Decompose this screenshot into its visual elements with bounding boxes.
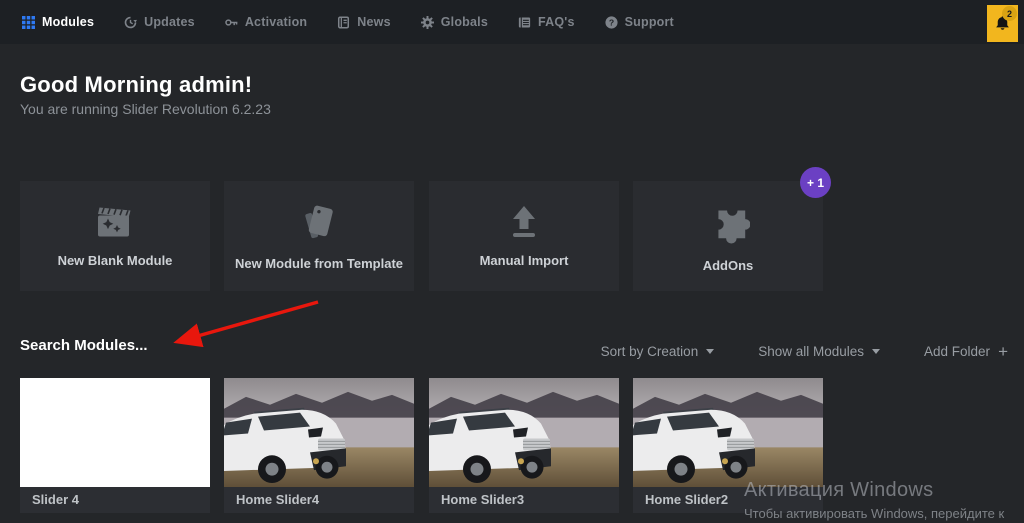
module-thumbnail-blank (20, 378, 210, 487)
updates-icon (124, 16, 137, 29)
library-controls: Sort by Creation Show all Modules Add Fo… (601, 343, 1008, 360)
sort-by-dropdown[interactable]: Sort by Creation (601, 344, 715, 359)
show-modules-dropdown[interactable]: Show all Modules (758, 344, 880, 359)
key-icon (225, 16, 238, 29)
plus-icon: + (998, 343, 1008, 360)
new-blank-module-card[interactable]: New Blank Module (20, 181, 210, 291)
addons-count-badge[interactable]: + 1 (800, 167, 831, 198)
template-cards-icon (299, 202, 339, 242)
nav-item-faqs[interactable]: FAQ's (518, 15, 575, 29)
add-folder-button[interactable]: Add Folder + (924, 343, 1008, 360)
news-icon (337, 16, 350, 29)
module-thumbnail-car (633, 378, 823, 487)
clapperboard-icon (95, 205, 135, 239)
notifications-button[interactable]: 2 (987, 5, 1018, 42)
notification-count-badge: 2 (1002, 6, 1017, 21)
nav-label-support: Support (625, 15, 674, 29)
module-card-slider4[interactable]: Slider 4 (20, 378, 210, 513)
chevron-down-icon (706, 349, 714, 354)
nav-label-activation: Activation (245, 15, 307, 29)
new-module-from-template-card[interactable]: New Module from Template (224, 181, 414, 291)
action-card-label: AddOns (703, 258, 754, 273)
faq-icon (518, 16, 531, 29)
addons-card[interactable]: AddOns (633, 181, 823, 291)
manual-import-card[interactable]: Manual Import (429, 181, 619, 291)
support-icon: ? (605, 16, 618, 29)
module-name: Home Slider3 (429, 487, 619, 513)
nav-item-news[interactable]: News (337, 15, 390, 29)
search-modules-input[interactable] (20, 332, 250, 358)
gear-icon (421, 16, 434, 29)
nav-label-updates: Updates (144, 15, 195, 29)
nav-item-modules[interactable]: Modules (22, 15, 94, 29)
add-folder-label: Add Folder (924, 344, 990, 359)
puzzle-icon (706, 200, 750, 244)
module-card-home-slider3[interactable]: Home Slider3 (429, 378, 619, 513)
upload-icon (506, 205, 542, 239)
module-name: Home Slider4 (224, 487, 414, 513)
module-card-home-slider2[interactable]: Home Slider2 (633, 378, 823, 513)
nav-label-globals: Globals (441, 15, 488, 29)
action-card-label: New Blank Module (58, 253, 173, 268)
module-thumbnail-car (224, 378, 414, 487)
nav-item-activation[interactable]: Activation (225, 15, 307, 29)
module-name: Home Slider2 (633, 487, 823, 513)
show-modules-label: Show all Modules (758, 344, 864, 359)
module-card-home-slider4[interactable]: Home Slider4 (224, 378, 414, 513)
nav-item-updates[interactable]: Updates (124, 15, 195, 29)
nav-item-support[interactable]: ? Support (605, 15, 674, 29)
nav-label-modules: Modules (42, 15, 94, 29)
svg-text:?: ? (608, 17, 613, 27)
nav-label-news: News (357, 15, 390, 29)
chevron-down-icon (872, 349, 880, 354)
main-nav: Modules Updates Activation News (22, 15, 674, 29)
grid-icon (22, 16, 35, 29)
page-title: Good Morning admin! (20, 72, 252, 98)
nav-item-globals[interactable]: Globals (421, 15, 488, 29)
nav-label-faqs: FAQ's (538, 15, 575, 29)
action-card-label: New Module from Template (235, 256, 403, 271)
action-card-label: Manual Import (480, 253, 569, 268)
sort-by-label: Sort by Creation (601, 344, 699, 359)
version-text: You are running Slider Revolution 6.2.23 (20, 101, 271, 117)
top-navigation-bar: Modules Updates Activation News (0, 0, 1024, 44)
module-name: Slider 4 (20, 487, 210, 513)
module-thumbnail-car (429, 378, 619, 487)
